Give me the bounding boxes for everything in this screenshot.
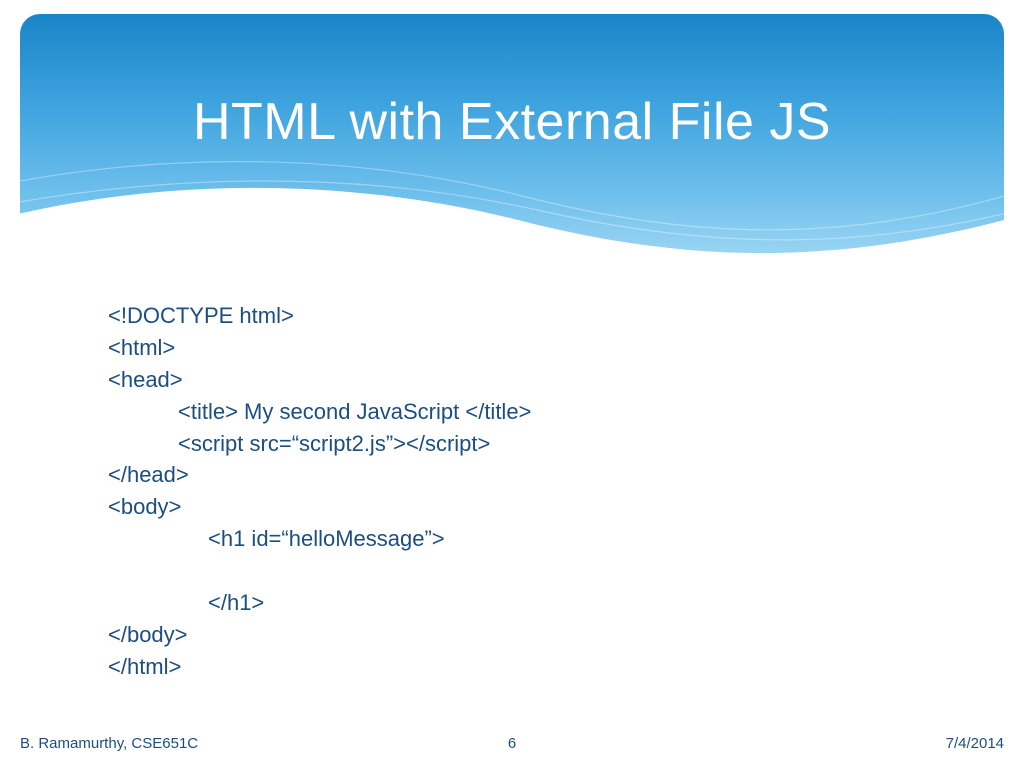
code-block: <!DOCTYPE html> <html> <head> <title> My… [108,300,964,683]
code-line: <script src=“script2.js”></script> [108,428,964,460]
wave-graphic [20,136,1004,274]
footer-author: B. Ramamurthy, CSE651C [20,735,198,752]
code-line: <body> [108,491,964,523]
code-line: </h1> [108,587,964,619]
code-line: <title> My second JavaScript </title> [108,396,964,428]
code-line: <html> [108,332,964,364]
footer-date: 7/4/2014 [946,735,1004,752]
slide-title: HTML with External File JS [20,92,1004,152]
code-line: <!DOCTYPE html> [108,300,964,332]
slide-footer: B. Ramamurthy, CSE651C 6 7/4/2014 [20,735,1004,752]
code-line: <h1 id=“helloMessage”> [108,523,964,555]
title-banner: HTML with External File JS [20,14,1004,274]
code-line [108,555,964,587]
code-line: </body> [108,619,964,651]
code-line: </html> [108,651,964,683]
code-line: </head> [108,459,964,491]
code-line: <head> [108,364,964,396]
